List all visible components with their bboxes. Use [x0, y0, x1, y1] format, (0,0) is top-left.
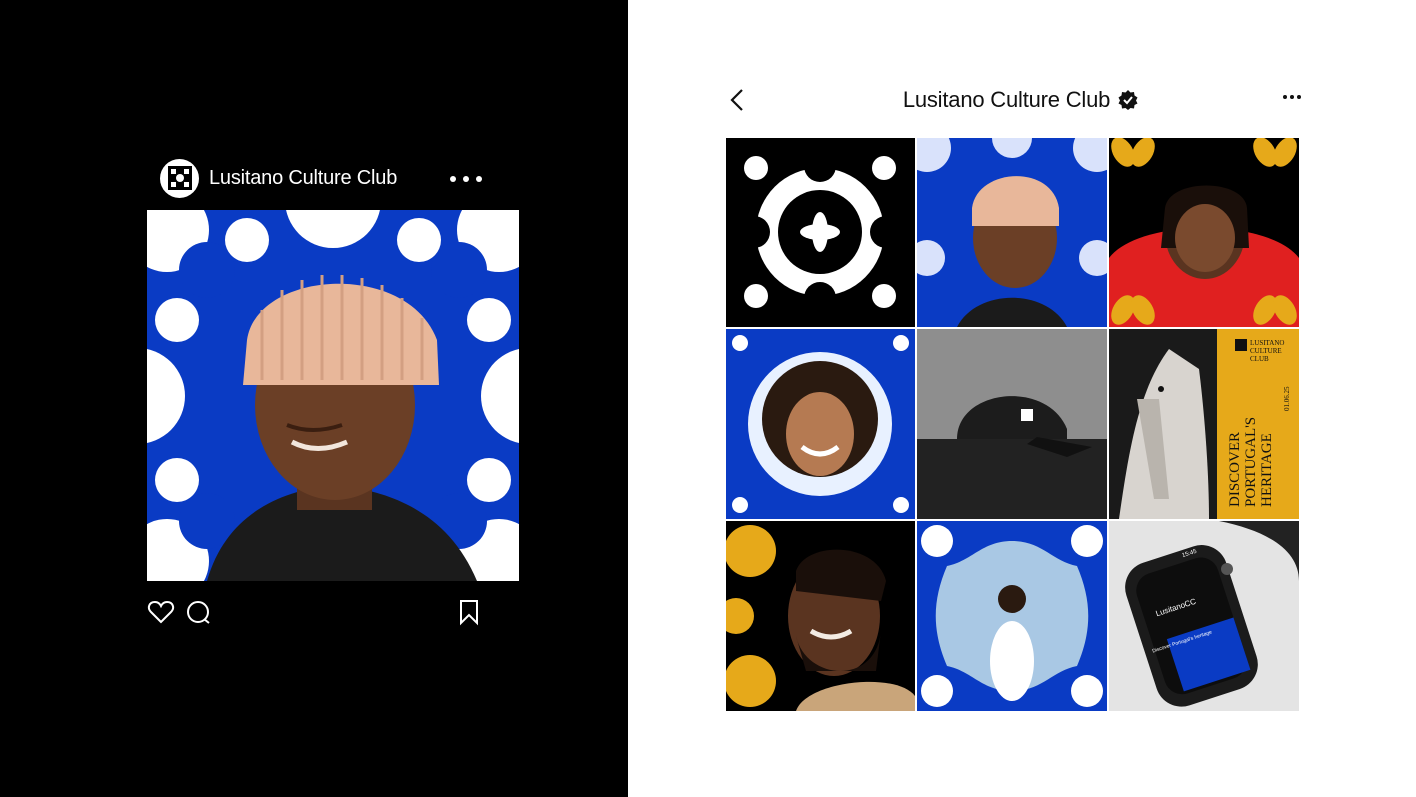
post-username[interactable]: Lusitano Culture Club: [209, 167, 397, 190]
grid-tile-sky-figure[interactable]: [917, 521, 1107, 711]
poster-headline-line1: DISCOVER: [1227, 431, 1243, 507]
chevron-left-icon[interactable]: [726, 86, 750, 114]
post-grid: LUSITANO CULTURE CLUB DISCOVER PORTUGAL'…: [726, 138, 1299, 711]
more-options-icon[interactable]: [450, 169, 482, 189]
post-portrait-image: [147, 210, 519, 581]
profile-title: Lusitano Culture Club: [828, 84, 1213, 116]
profile-name: Lusitano Culture Club: [902, 87, 1111, 112]
grid-tile-azulejo-pattern[interactable]: [726, 138, 915, 327]
post-image[interactable]: [147, 210, 519, 581]
post-panel: Lusitano Culture Club: [0, 0, 628, 797]
poster-headline-line2: PORTUGAL'S: [1243, 416, 1259, 507]
lusitano-logo-icon: [167, 166, 192, 190]
avatar[interactable]: [160, 158, 199, 198]
grid-tile-portrait-beanie[interactable]: [917, 138, 1107, 327]
grid-tile-portrait-curly-hair[interactable]: [726, 329, 915, 519]
grid-tile-portrait-red-jacket[interactable]: [1109, 138, 1299, 327]
poster-headline-line3: HERITAGE: [1259, 433, 1275, 507]
profile-panel: Lusitano Culture Club LUSITANO CULTURE C…: [628, 0, 1416, 797]
grid-tile-cap-merch[interactable]: [917, 329, 1107, 519]
grid-tile-portrait-beard[interactable]: [726, 521, 915, 711]
post-header: Lusitano Culture Club: [160, 158, 490, 198]
post-actions: [147, 598, 483, 628]
poster-headline: DISCOVER PORTUGAL'S HERITAGE: [1227, 337, 1275, 507]
bookmark-icon[interactable]: [455, 598, 483, 626]
grid-tile-smartwatch[interactable]: 15:45 LusitanoCC Discover Portugal's her…: [1109, 521, 1299, 711]
verified-badge-icon: [1118, 90, 1138, 110]
more-icon[interactable]: [1283, 92, 1301, 102]
heart-icon[interactable]: [147, 598, 175, 626]
comment-icon[interactable]: [184, 598, 212, 626]
grid-tile-heritage-poster[interactable]: LUSITANO CULTURE CLUB DISCOVER PORTUGAL'…: [1109, 329, 1299, 519]
poster-date: 01.06.25: [1283, 386, 1291, 412]
